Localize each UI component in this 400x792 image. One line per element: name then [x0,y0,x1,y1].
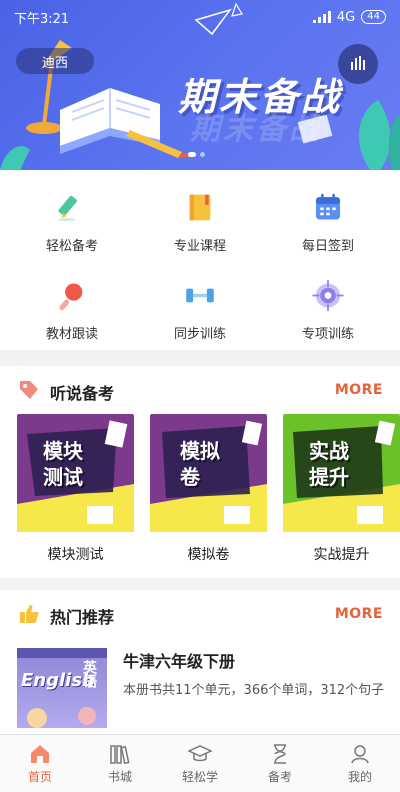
quick-item-label: 每日签到 [301,239,354,254]
quick-item-read-along[interactable]: 教材跟读 [12,262,132,342]
user-icon [351,745,369,764]
nav-label: 书城 [107,770,132,784]
banner[interactable]: 下午3:21 4G 44 迪西 期末备战 期末备战 [0,0,400,170]
card-module-test[interactable]: 模块 测试 [17,414,134,532]
quick-item-label: 教材跟读 [45,327,98,342]
calendar-icon [315,193,341,220]
nav-profile[interactable]: 我的 [320,735,400,792]
hot-section: 热门推荐 MORE English 英语 牛津六年级下册 本册书共11个单元，3… [0,590,400,734]
signal-icon [312,11,331,23]
quick-item-label: 轻松备考 [45,239,98,254]
quick-item-special-training[interactable]: 专项训练 [268,262,388,342]
card-label: 模块测试 [47,547,104,563]
book-description: 本册书共11个单元，366个单词，312个句子 [123,683,385,698]
dumbbell-icon [186,288,214,303]
home-icon [31,745,49,763]
quick-item-checkin[interactable]: 每日签到 [268,174,388,254]
carousel-indicator [188,152,205,157]
book-icon [189,194,211,221]
card-poster-text: 实战 提升 [309,438,349,490]
pencil-icon [58,195,77,222]
card-poster-text: 模块 测试 [43,438,83,490]
card-label: 模拟卷 [187,547,230,563]
nav-label: 轻松学 [181,770,218,784]
more-link[interactable]: MORE [335,382,383,398]
book-cover[interactable]: English 英语 [17,648,107,728]
quick-item-label: 专业课程 [173,239,226,254]
card-mock-exam[interactable]: 模拟 卷 [150,414,267,532]
status-bar: 下午3:21 4G 44 [0,0,400,34]
quick-item-label: 专项训练 [301,327,354,342]
tag-icon [20,381,38,399]
hourglass-icon [274,744,286,764]
more-link[interactable]: MORE [335,606,383,622]
section-header: 听说备考 MORE [0,366,400,412]
card-practice-improve[interactable]: 实战 提升 [283,414,400,532]
target-icon [312,280,344,311]
card-poster-line: 卷 [180,465,200,489]
nav-label: 我的 [347,770,372,784]
nav-label: 首页 [27,770,52,784]
quick-item-sync-training[interactable]: 同步训练 [140,262,260,342]
quick-menu: 轻松备考 专业课程 每日签到 教材跟读 同步训练 专项训练 [0,170,400,350]
status-time: 下午3:21 [14,11,70,27]
nav-exam-prep[interactable]: 备考 [240,735,320,792]
card-poster-line: 提升 [309,465,349,489]
network-type: 4G [336,9,356,25]
book-title[interactable]: 牛津六年级下册 [123,648,235,672]
card-poster-line: 实战 [309,439,349,463]
carousel-dot [200,152,205,157]
speaker-icon[interactable] [338,44,378,84]
microphone-icon [59,283,83,311]
section-title: 听说备考 [50,384,115,403]
book-cover-art [17,648,107,728]
section-title: 热门推荐 [50,608,115,627]
nav-easy-learn[interactable]: 轻松学 [160,735,240,792]
card-poster-line: 模块 [43,439,83,463]
listening-section: 听说备考 MORE 模块 测试 模块测试 模拟 卷 模拟卷 实战 提升 实战提升 [0,366,400,578]
location-selector[interactable]: 迪西 [16,48,94,74]
nav-bookstore[interactable]: 书城 [80,735,160,792]
thumbs-up-icon [20,605,39,623]
quick-item-easy-prep[interactable]: 轻松备考 [12,174,132,254]
bottom-nav: 首页 书城 轻松学 备考 我的 [0,734,400,792]
quick-item-courses[interactable]: 专业课程 [140,174,260,254]
section-header: 热门推荐 MORE [0,590,400,636]
card-poster-text: 模拟 卷 [180,438,220,490]
quick-item-label: 同步训练 [173,327,226,342]
card-poster-line: 模拟 [180,439,220,463]
card-label: 实战提升 [313,547,370,563]
bookshelf-icon [110,745,130,765]
battery-icon: 44 [361,10,386,24]
nav-home[interactable]: 首页 [0,735,80,792]
graduation-cap-icon [188,745,212,762]
nav-label: 备考 [267,770,292,784]
banner-title-shadow: 期末备战 [190,112,322,147]
carousel-dot [188,152,196,157]
card-poster-line: 测试 [43,465,83,489]
